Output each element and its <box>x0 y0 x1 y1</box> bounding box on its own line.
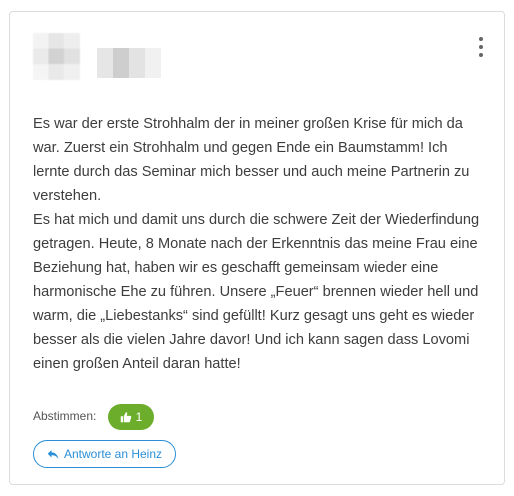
reply-label: Antworte an Heinz <box>63 447 163 461</box>
review-card: Es war der erste Strohhalm der in meiner… <box>9 11 505 485</box>
thumbs-up-icon <box>120 412 131 423</box>
vote-label: Abstimmen: <box>33 409 97 423</box>
avatar <box>33 33 80 80</box>
review-paragraph-2: Es hat mich und damit uns durch die schw… <box>33 212 480 372</box>
more-vertical-icon <box>479 37 483 41</box>
more-options-button[interactable] <box>475 37 487 59</box>
review-text: Es war der erste Strohhalm der in meiner… <box>33 112 483 376</box>
like-count: 1 <box>135 410 143 424</box>
like-button[interactable]: 1 <box>108 404 154 430</box>
author-name-blurred <box>97 48 161 78</box>
review-paragraph-1: Es war der erste Strohhalm der in meiner… <box>33 116 470 204</box>
reply-arrow-icon <box>47 449 59 459</box>
reply-button[interactable]: Antworte an Heinz <box>33 440 176 468</box>
